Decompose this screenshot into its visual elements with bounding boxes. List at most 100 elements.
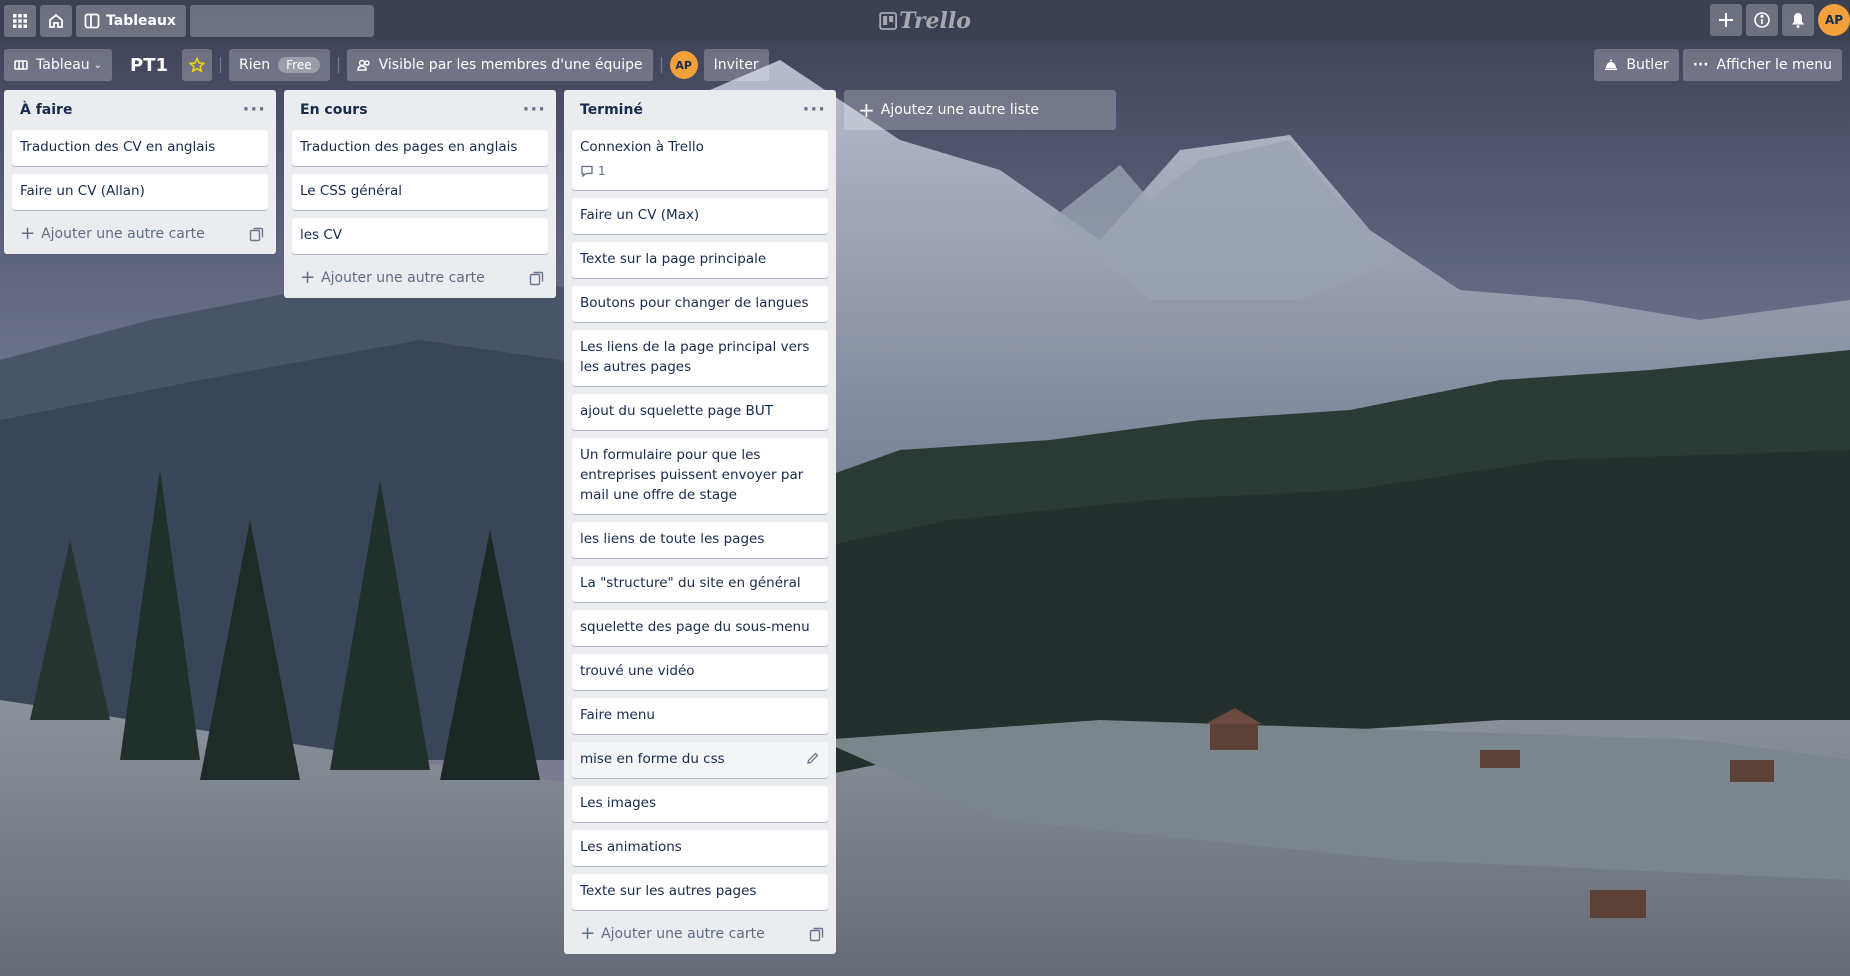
card[interactable]: Faire menu (572, 698, 828, 734)
card-template-icon[interactable] (529, 271, 544, 286)
card-template-icon[interactable] (249, 227, 264, 242)
card-title: Les images (580, 795, 656, 811)
card[interactable]: Texte sur la page principale (572, 242, 828, 278)
list-menu-button[interactable]: ··· (242, 101, 266, 119)
apps-grid-icon (13, 13, 27, 28)
search-box[interactable] (187, 4, 374, 37)
card[interactable]: Traduction des CV en anglais (12, 130, 268, 166)
card[interactable]: Les liens de la page principal vers les … (572, 330, 828, 386)
card[interactable]: Connexion à Trello 1 (572, 130, 828, 190)
card-title: Faire un CV (Allan) (20, 183, 145, 199)
create-button[interactable] (1710, 4, 1742, 36)
list-done: Terminé ··· Connexion à Trello 1 Faire u… (564, 90, 836, 954)
header-actions: AP (1710, 4, 1850, 36)
add-list-label: Ajoutez une autre liste (880, 102, 1040, 118)
star-board-button[interactable] (182, 49, 213, 81)
card[interactable]: les CV (292, 218, 548, 254)
card[interactable]: Les animations (572, 830, 828, 866)
card[interactable]: mise en forme du css (572, 742, 828, 778)
plus-icon: + (858, 98, 875, 122)
card-title: Faire un CV (Max) (580, 207, 700, 223)
card[interactable]: Un formulaire pour que les entreprises p… (572, 438, 828, 514)
star-icon (189, 57, 206, 73)
show-menu-button[interactable]: ··· Afficher le menu (1682, 49, 1842, 81)
invite-label: Inviter (713, 57, 759, 73)
divider (220, 57, 222, 73)
invite-button[interactable]: Inviter (703, 49, 769, 81)
card[interactable]: Texte sur les autres pages (572, 874, 828, 910)
card[interactable]: trouvé une vidéo (572, 654, 828, 690)
card-list: Connexion à Trello 1 Faire un CV (Max) T… (564, 130, 836, 910)
card-title: Texte sur les autres pages (580, 883, 757, 899)
top-navigation-bar: Tableaux Trello AP (0, 0, 1850, 41)
boards-button-label: Tableaux (106, 12, 176, 29)
user-avatar[interactable]: AP (1818, 4, 1850, 36)
list-in-progress: En cours ··· Traduction des pages en ang… (284, 90, 556, 298)
board-member-avatar[interactable]: AP (669, 51, 698, 79)
card[interactable]: Le CSS général (292, 174, 548, 210)
list-menu-button[interactable]: ··· (522, 101, 546, 119)
card-template-icon[interactable] (809, 927, 824, 942)
butler-button[interactable]: Butler (1594, 49, 1679, 81)
card[interactable]: les liens de toute les pages (572, 522, 828, 558)
card[interactable]: Faire un CV (Allan) (12, 174, 268, 210)
add-list-button[interactable]: + Ajoutez une autre liste (844, 90, 1116, 130)
list-title[interactable]: Terminé (580, 102, 643, 118)
board-view-label: Tableau (36, 57, 90, 73)
boards-icon (84, 13, 100, 28)
home-button[interactable] (40, 4, 72, 37)
search-input[interactable] (187, 13, 366, 28)
card[interactable]: squelette des page du sous-menu (572, 610, 828, 646)
list-header[interactable]: En cours ··· (284, 90, 556, 130)
list-title[interactable]: À faire (20, 102, 72, 118)
card[interactable]: Boutons pour changer de langues (572, 286, 828, 322)
divider (660, 57, 662, 73)
team-label: Rien (239, 57, 271, 73)
card-title: trouvé une vidéo (580, 663, 695, 679)
card-title: Connexion à Trello (580, 139, 704, 155)
bell-icon (1792, 13, 1804, 28)
card-title: Le CSS général (300, 183, 403, 199)
edit-pencil-icon[interactable] (806, 751, 820, 765)
list-todo: À faire ··· Traduction des CV en anglais… (4, 90, 276, 254)
team-button[interactable]: Rien Free (229, 49, 330, 81)
board-view-switcher[interactable]: Tableau ⌄ (4, 49, 113, 81)
card[interactable]: La "structure" du site en général (572, 566, 828, 602)
comment-icon (581, 165, 593, 178)
team-visibility-icon (356, 59, 370, 71)
list-header[interactable]: Terminé ··· (564, 90, 836, 130)
chevron-down-icon: ⌄ (93, 59, 103, 71)
card-title: Traduction des CV en anglais (20, 139, 216, 155)
card-title: mise en forme du css (580, 751, 725, 767)
card[interactable]: Traduction des pages en anglais (292, 130, 548, 166)
card[interactable]: Les images (572, 786, 828, 822)
card-badges: 1 (580, 161, 820, 181)
list-menu-button[interactable]: ··· (802, 101, 826, 119)
info-button[interactable] (1746, 4, 1778, 36)
info-icon (1754, 12, 1770, 28)
home-icon (49, 13, 63, 28)
add-card-button[interactable]: + Ajouter une autre carte (568, 918, 832, 950)
trello-logo[interactable]: Trello (879, 8, 971, 34)
card-title: Faire menu (580, 707, 655, 723)
visibility-button[interactable]: Visible par les membres d'une équipe (346, 49, 653, 81)
card[interactable]: ajout du squelette page BUT (572, 394, 828, 430)
notifications-button[interactable] (1782, 4, 1814, 36)
card-title: Les animations (580, 839, 682, 855)
add-card-button[interactable]: + Ajouter une autre carte (8, 218, 272, 250)
board-title[interactable]: PT1 (120, 49, 178, 81)
card[interactable]: Faire un CV (Max) (572, 198, 828, 234)
card-list: Traduction des CV en anglais Faire un CV… (4, 130, 276, 210)
add-card-label: Ajouter une autre carte (41, 226, 205, 242)
boards-button[interactable]: Tableaux (76, 4, 186, 37)
plus-icon: + (580, 923, 596, 944)
card-title: Les liens de la page principal vers les … (580, 339, 810, 375)
divider (337, 57, 339, 73)
card-title: Texte sur la page principale (580, 251, 767, 267)
more-icon: ··· (1692, 57, 1709, 73)
list-header[interactable]: À faire ··· (4, 90, 276, 130)
list-title[interactable]: En cours (300, 102, 368, 118)
apps-grid-button[interactable] (4, 4, 36, 37)
card-title: Boutons pour changer de langues (580, 295, 809, 311)
add-card-button[interactable]: + Ajouter une autre carte (288, 262, 552, 294)
